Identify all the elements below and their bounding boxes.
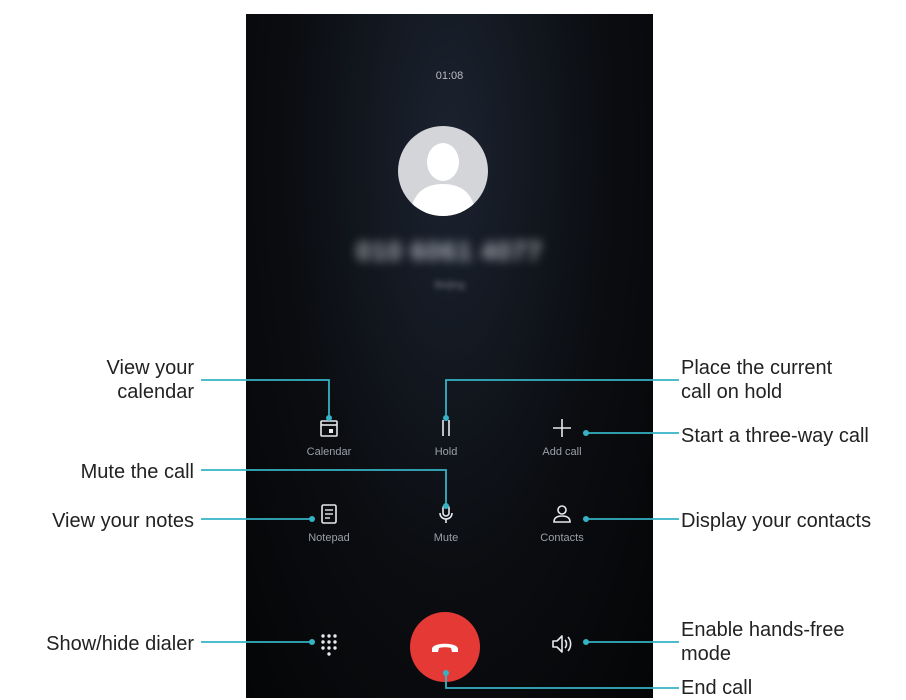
call-screen: 01:08 010 6061 4077 Beijing Calendar Hol… [246,14,653,698]
microphone-icon [439,504,453,523]
annotation-calendar-line2: calendar [117,381,194,403]
calendar-label: Calendar [306,446,352,458]
annotation-add-call: Start a three-way call [681,425,869,447]
calendar-icon [320,420,338,437]
annotation-hold-line1: Place the current [681,357,833,379]
contacts-icon [553,505,571,523]
add-call-label: Add call [542,446,582,458]
calendar-button[interactable]: Calendar [284,416,374,458]
annotation-notes: View your notes [52,510,194,532]
dialpad-button[interactable] [284,632,374,656]
mute-button[interactable]: Mute [401,502,491,544]
end-call-button[interactable] [410,612,480,682]
annotation-calendar-line1: View your [106,357,194,379]
mute-label: Mute [433,532,459,544]
caller-location: Beijing [434,280,465,291]
speaker-button[interactable] [517,632,607,656]
annotation-speaker-line1: Enable hands-free [681,619,845,641]
person-silhouette-icon [410,143,476,216]
hold-button[interactable]: Hold [401,416,491,458]
notepad-button[interactable]: Notepad [284,502,374,544]
annotation-hold-line2: call on hold [681,381,783,403]
phone-number: 010 6061 4077 [356,236,543,266]
notepad-icon [321,504,337,524]
annotation-end-call: End call [681,677,753,699]
contacts-button[interactable]: Contacts [517,502,607,544]
annotation-dialer: Show/hide dialer [46,633,194,655]
notepad-label: Notepad [308,532,350,544]
annotation-speaker-line2: mode [681,643,732,665]
annotation-mute: Mute the call [80,461,194,483]
contacts-label: Contacts [540,532,584,544]
dialpad-icon [321,634,337,656]
call-timer: 01:08 [435,70,464,82]
annotation-contacts: Display your contacts [681,510,872,532]
annotation-calendar: View your calendar [40,356,194,404]
annotation-speaker: Enable hands-free mode [681,618,844,666]
avatar [398,126,488,216]
speaker-icon [552,635,572,653]
hold-label: Hold [434,446,458,458]
annotation-hold: Place the current call on hold [681,356,832,404]
add-icon [553,419,571,437]
hold-icon [442,420,450,436]
end-call-icon [432,643,458,652]
add-call-button[interactable]: Add call [517,416,607,458]
